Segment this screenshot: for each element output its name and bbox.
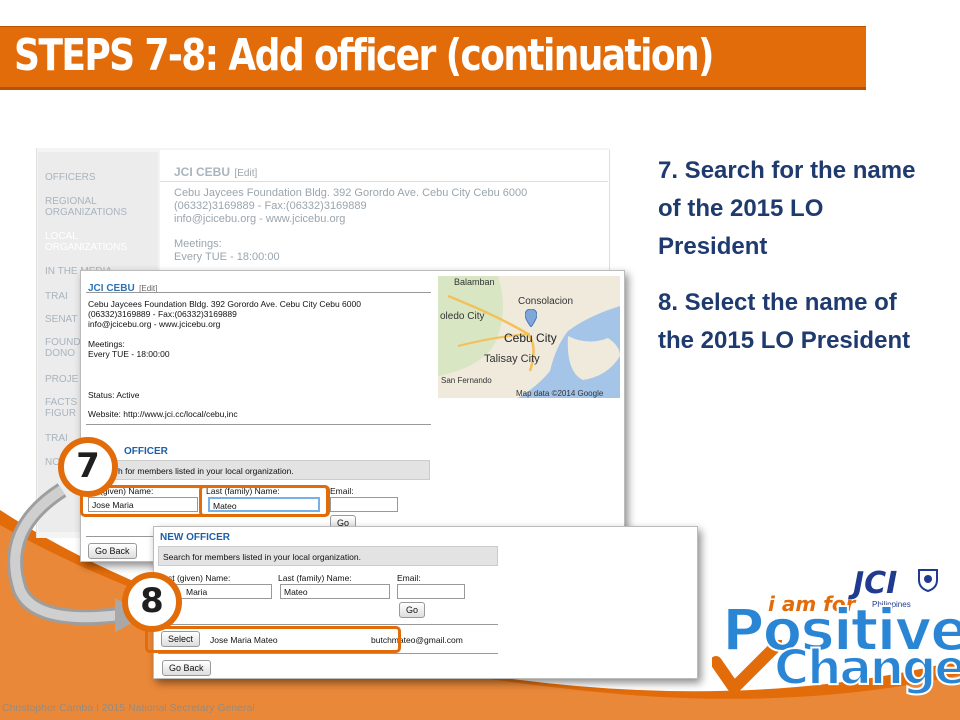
website-text: Website: http://www.jci.cc/local/cebu,in… (88, 409, 238, 419)
divider (158, 653, 498, 654)
email-label: Email: (330, 486, 354, 496)
divider (86, 292, 431, 293)
email-input[interactable] (330, 497, 398, 512)
last-name-input-2[interactable]: Mateo (280, 584, 390, 599)
slide-title: STEPS 7-8: Add officer (continuation) (14, 30, 715, 81)
sidebar-item-projects[interactable]: PROJE (45, 374, 78, 385)
background-email-web: info@jcicebu.org - www.jcicebu.org (174, 213, 346, 225)
go-button-2[interactable]: Go (399, 602, 426, 618)
map-place-balamban: Balamban (454, 277, 495, 287)
map-place-talisay: Talisay City (484, 353, 540, 365)
background-edit-link[interactable]: [Edit] (234, 168, 257, 179)
meetings-value: Every TUE - 18:00:00 (88, 349, 170, 359)
map-place-toledo: oledo City (440, 311, 485, 322)
map-pin-icon[interactable] (525, 309, 537, 327)
email-label-2: Email: (397, 573, 421, 583)
org-address: Cebu Jaycees Foundation Bldg. 392 Gorord… (88, 299, 361, 309)
org-phone: (06332)3169889 - Fax:(06332)3169889 (88, 309, 237, 319)
footer-credit: Christopher Camba I 2015 National Secret… (2, 702, 255, 714)
go-back-button-2[interactable]: Go Back (162, 660, 211, 676)
sidebar-item-foundation[interactable]: FOUND DONO (45, 337, 83, 359)
map-place-san-fernando: San Fernando (441, 376, 492, 385)
background-meetings-label: Meetings: (174, 238, 222, 250)
org-email-web: info@jcicebu.org - www.jcicebu.org (88, 319, 221, 329)
step-7-marker: 7 (58, 437, 118, 497)
map-credit: Map data ©2014 Google (516, 389, 604, 398)
divider (86, 424, 431, 425)
sidebar-item-local[interactable]: LOCAL ORGANIZATIONS (45, 231, 150, 253)
last-name-label-2: Last (family) Name: (278, 573, 352, 583)
new-officer-heading: OFFICER (124, 446, 168, 457)
status-text: Status: Active (88, 390, 140, 400)
org-title: JCI CEBU [Edit] (88, 278, 157, 296)
sidebar-item-senate[interactable]: SENAT (45, 314, 78, 325)
sidebar-item-training-2[interactable]: TRAI (45, 433, 68, 444)
sidebar-item-officers[interactable]: OFFICERS (45, 172, 96, 183)
highlight-box-step7-last (199, 485, 329, 517)
background-org-title: JCI CEBU [Edit] (174, 163, 257, 181)
background-org-name: JCI CEBU (174, 165, 231, 179)
jci-emblem-icon (918, 569, 938, 592)
step-8-marker: 8 (122, 572, 182, 632)
step-8-instruction: 8. Select the name of the 2015 LO Presid… (658, 289, 911, 354)
background-meetings-value: Every TUE - 18:00:00 (174, 251, 280, 263)
background-phone: (06332)3169889 - Fax:(06332)3169889 (174, 200, 367, 212)
map-place-cebu: Cebu City (504, 331, 557, 345)
email-input-2[interactable] (397, 584, 465, 599)
sidebar-item-facts[interactable]: FACTS FIGUR (45, 397, 83, 419)
background-address: Cebu Jaycees Foundation Bldg. 392 Gorord… (174, 187, 528, 199)
map-place-consolacion: Consolacion (518, 296, 574, 307)
meetings-label: Meetings: (88, 339, 125, 349)
sidebar-item-training[interactable]: TRAI (45, 291, 68, 302)
sidebar-item-regional[interactable]: REGIONAL ORGANIZATIONS (45, 196, 150, 218)
step-7-instruction: 7. Search for the name of the 2015 LO Pr… (658, 157, 916, 260)
logo-change: Change (773, 639, 960, 697)
background-divider (160, 181, 608, 182)
divider (158, 624, 498, 625)
